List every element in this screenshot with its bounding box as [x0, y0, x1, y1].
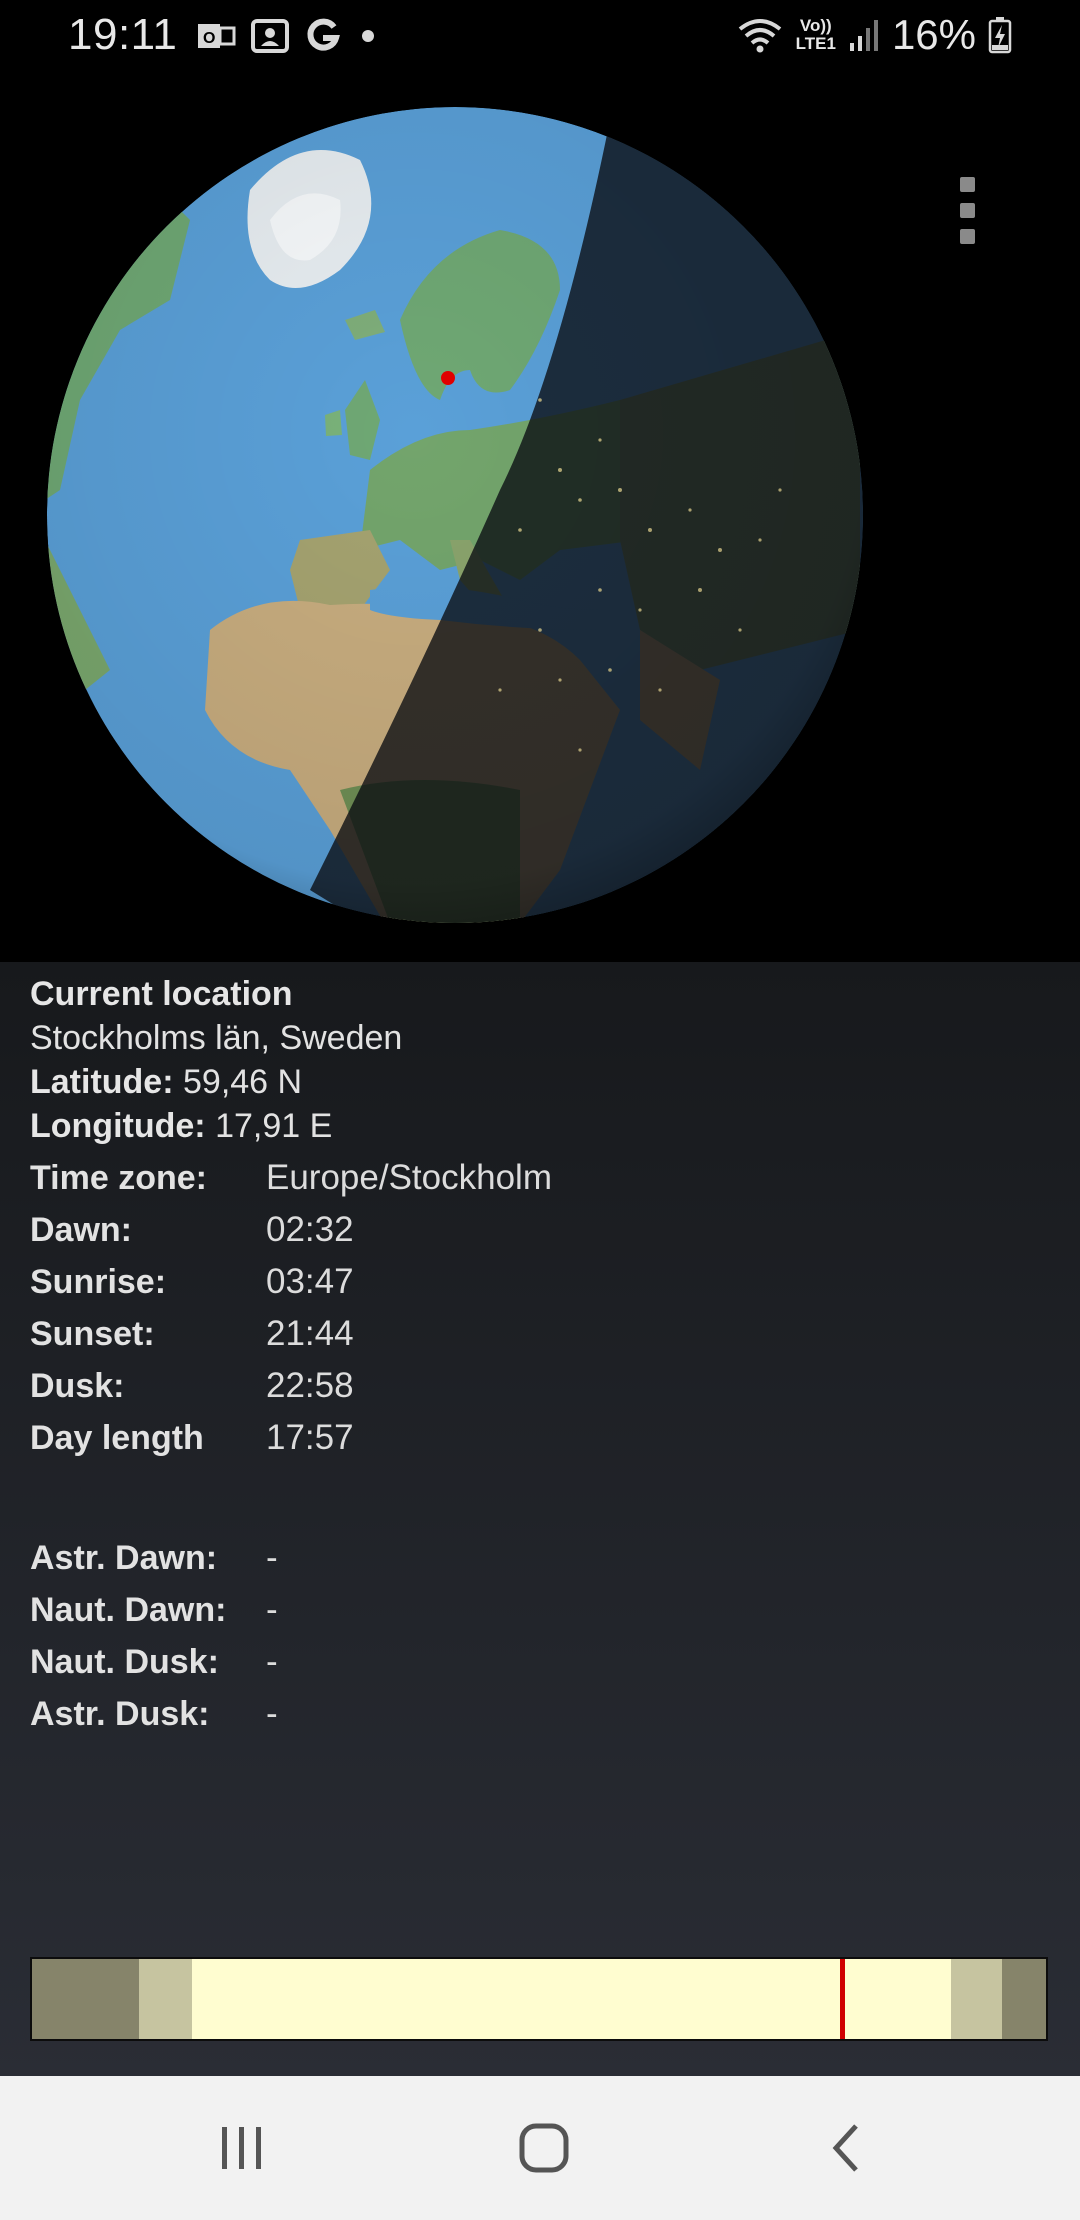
- row-value: 03:47: [266, 1262, 354, 1301]
- astr-dawn-row: Astr. Dawn: -: [30, 1536, 930, 1588]
- recent-apps-icon: [222, 2127, 261, 2169]
- row-label: Sunset:: [30, 1315, 155, 1353]
- sun-times-table: Time zone: Europe/Stockholm Dawn: 02:32 Su…: [30, 1156, 930, 1468]
- row-label: Naut. Dawn:: [30, 1591, 227, 1629]
- row-value: -: [266, 1694, 278, 1733]
- longitude-value: 17,91 E: [215, 1107, 333, 1145]
- row-value: 17:57: [266, 1418, 354, 1457]
- day-length-row: Day length 17:57: [30, 1416, 930, 1468]
- lte-icon: Vo)) LTE1: [796, 17, 836, 53]
- daylight-timeline-bar[interactable]: [30, 1957, 1048, 2041]
- status-bar: 19:11 O Vo)) LTE1 16%: [0, 0, 1080, 70]
- row-label: Astr. Dusk:: [30, 1695, 210, 1733]
- row-value: 02:32: [266, 1210, 354, 1249]
- signal-icon: [848, 17, 880, 53]
- screen-record-icon: [250, 18, 290, 54]
- menu-dot-icon: [959, 228, 975, 244]
- row-label: Dusk:: [30, 1367, 125, 1405]
- longitude-label: Longitude:: [30, 1107, 206, 1145]
- longitude-line: Longitude: 17,91 E: [30, 1104, 402, 1148]
- overflow-menu-button[interactable]: [945, 140, 989, 280]
- night-segment-evening: [1002, 1959, 1046, 2039]
- home-icon: [519, 2123, 569, 2173]
- row-label: Dawn:: [30, 1211, 132, 1249]
- home-button[interactable]: [474, 2076, 614, 2220]
- row-value: -: [266, 1538, 278, 1577]
- twilight-table: Astr. Dawn: - Naut. Dawn: - Naut. Dusk: - A…: [30, 1536, 930, 1744]
- dawn-row: Dawn: 02:32: [30, 1208, 930, 1260]
- lte-label: LTE1: [795, 34, 836, 53]
- battery-percent: 16%: [891, 11, 976, 58]
- latitude-label: Latitude:: [30, 1063, 174, 1101]
- notification-icons: O: [196, 14, 380, 58]
- daylight-segment: [192, 1959, 951, 2039]
- battery-charging-icon: [988, 16, 1012, 54]
- sunrise-row: Sunrise: 03:47: [30, 1260, 930, 1312]
- svg-text:O: O: [203, 30, 215, 47]
- outlook-icon: O: [196, 20, 236, 52]
- current-location-heading: Current location: [30, 975, 293, 1013]
- row-label: Naut. Dusk:: [30, 1643, 219, 1681]
- menu-dot-icon: [959, 176, 975, 192]
- menu-dot-icon: [959, 202, 975, 218]
- wifi-icon: [736, 15, 784, 55]
- latitude-line: Latitude: 59,46 N: [30, 1060, 402, 1104]
- earth-globe[interactable]: [0, 70, 1080, 962]
- location-block: Current location Stockholms län, Sweden …: [30, 972, 402, 1148]
- location-place: Stockholms län, Sweden: [30, 1019, 403, 1057]
- twilight-segment-evening: [950, 1959, 1003, 2039]
- globe-view[interactable]: [0, 70, 1080, 962]
- row-value: -: [266, 1590, 278, 1629]
- row-label: Time zone:: [30, 1159, 207, 1197]
- naut-dawn-row: Naut. Dawn: -: [30, 1588, 930, 1640]
- current-time-indicator: [840, 1959, 846, 2039]
- naut-dusk-row: Naut. Dusk: -: [30, 1640, 930, 1692]
- row-label: Astr. Dawn:: [30, 1539, 218, 1577]
- row-value: -: [266, 1642, 278, 1681]
- row-label: Day length: [30, 1419, 204, 1457]
- sunset-row: Sunset: 21:44: [30, 1312, 930, 1364]
- navigation-bar: [0, 2076, 1080, 2220]
- time-zone-row: Time zone: Europe/Stockholm: [30, 1156, 930, 1208]
- dot-icon: [356, 24, 380, 48]
- row-value: 21:44: [266, 1314, 354, 1353]
- status-time: 19:11: [68, 10, 178, 59]
- info-panel: Current location Stockholms län, Sweden …: [0, 962, 1080, 2076]
- google-icon: [304, 17, 342, 55]
- volte-label: Vo)): [799, 16, 832, 35]
- back-icon: [832, 2124, 858, 2172]
- recent-apps-button[interactable]: [172, 2076, 312, 2220]
- night-segment-morning: [32, 1959, 140, 2039]
- dusk-row: Dusk: 22:58: [30, 1364, 930, 1416]
- row-value: Europe/Stockholm: [266, 1158, 552, 1197]
- astr-dusk-row: Astr. Dusk: -: [30, 1692, 930, 1744]
- row-value: 22:58: [266, 1366, 354, 1405]
- row-label: Sunrise:: [30, 1263, 167, 1301]
- twilight-segment-morning: [139, 1959, 193, 2039]
- location-marker: [441, 371, 455, 385]
- latitude-value: 59,46 N: [183, 1063, 303, 1101]
- back-button[interactable]: [776, 2076, 916, 2220]
